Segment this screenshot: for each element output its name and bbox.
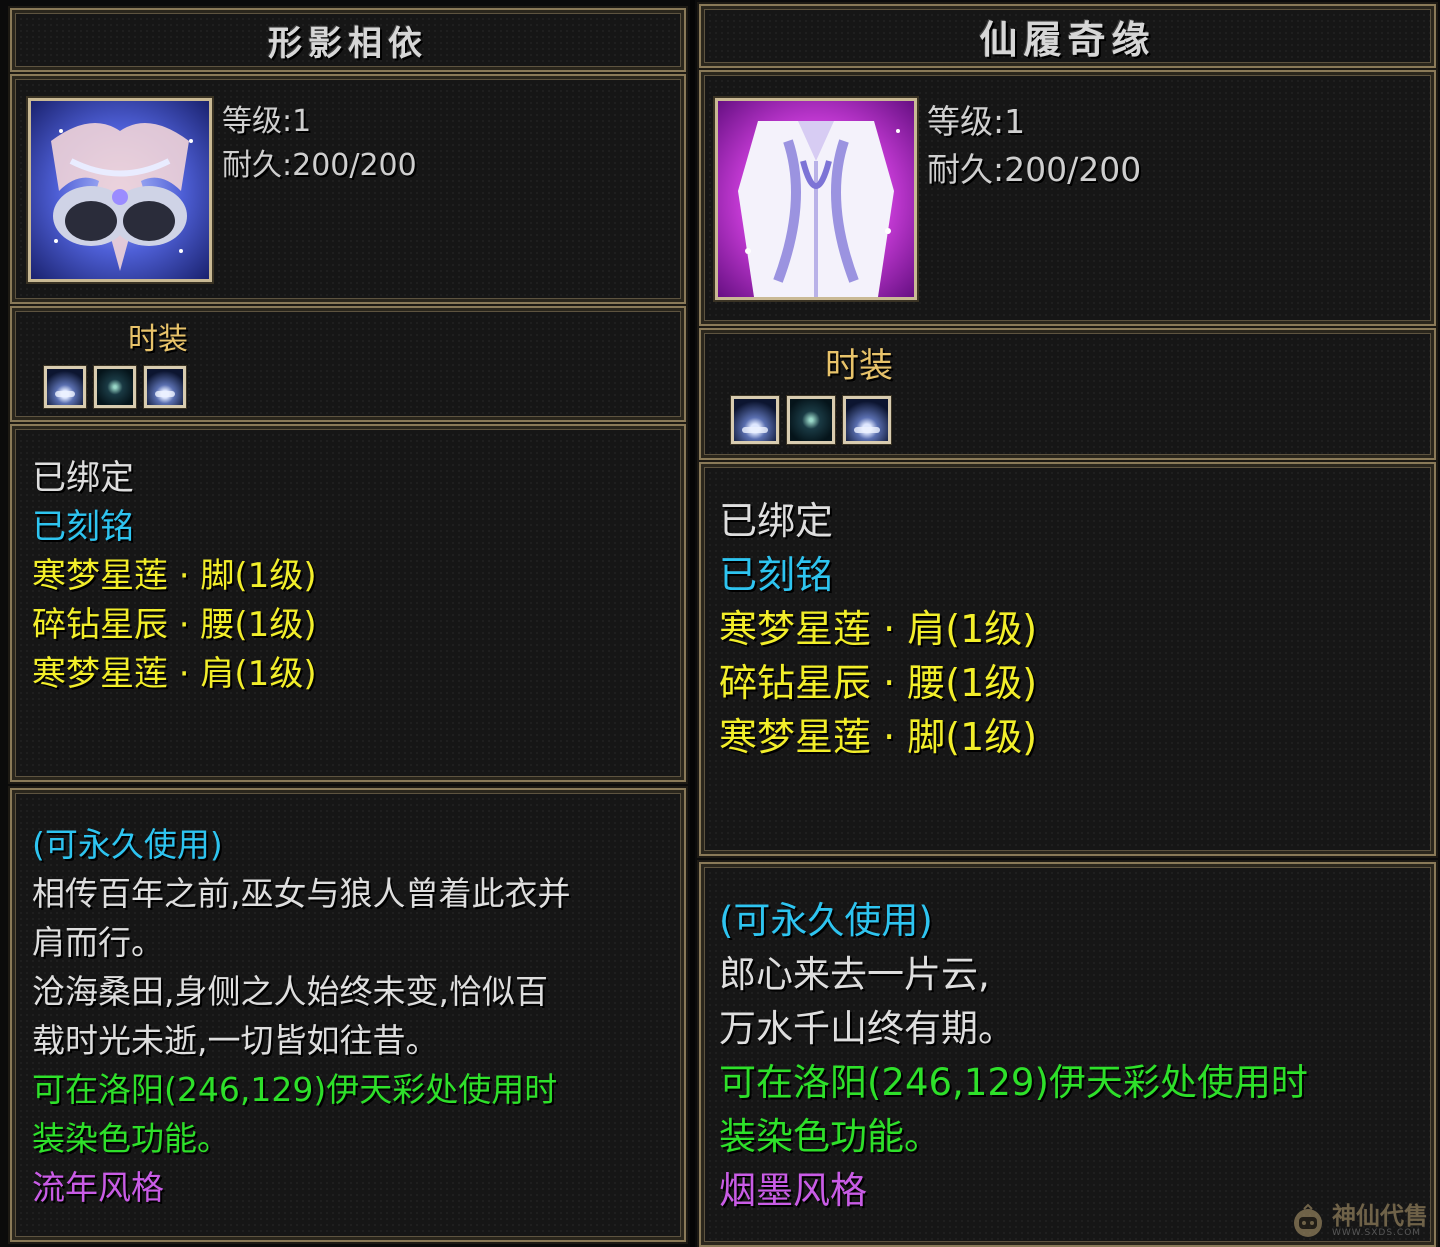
set-bonus-line: 寒梦星莲 · 脚(1级) [32, 556, 317, 596]
engraved-status: 已刻铭 [719, 553, 834, 597]
right-gem-sockets [731, 396, 891, 444]
left-item-tooltip: 形影相依 等级:1 耐久:200/200 时装 已绑定 已刻铭 寒梦星莲 · 脚… [0, 0, 690, 1247]
left-item-name: 形影相依 [268, 23, 428, 64]
bound-status: 已绑定 [719, 499, 834, 543]
watermark-url: WWW.SXDS.COM [1332, 1228, 1422, 1238]
right-durability: 耐久:200/200 [927, 149, 1142, 189]
right-item-tooltip: 仙履奇缘 等级:1 耐久:200/200 时装 已绑定 已刻铭 寒梦星莲 · 肩… [695, 0, 1440, 1247]
left-category-label: 时装 [128, 322, 188, 357]
watermark-text: 神仙代售 [1332, 1201, 1428, 1230]
left-stats: 等级:1 耐久:200/200 [222, 100, 417, 187]
set-bonus-line: 寒梦星莲 · 肩(1级) [719, 607, 1038, 651]
left-title-panel: 形影相依 [10, 8, 686, 72]
description-line: 万水千山终有期。 [719, 1007, 1015, 1050]
gem-socket-icon[interactable] [94, 366, 136, 408]
dye-info-line: 装染色功能。 [32, 1119, 230, 1158]
gem-socket-icon[interactable] [731, 396, 779, 444]
left-item-portrait[interactable] [28, 98, 212, 282]
left-info-panel: 等级:1 耐久:200/200 [10, 74, 686, 304]
description-line: 载时光未逝,一切皆如往昔。 [32, 1021, 439, 1060]
right-title-panel: 仙履奇缘 [699, 4, 1436, 68]
right-category-panel: 时装 [699, 328, 1436, 460]
description-line: 肩而行。 [32, 923, 164, 962]
armor-icon [31, 101, 209, 279]
right-attributes-panel: 已绑定 已刻铭 寒梦星莲 · 肩(1级) 碎钻星辰 · 腰(1级) 寒梦星莲 ·… [699, 462, 1436, 856]
right-item-name: 仙履奇缘 [979, 16, 1156, 62]
site-watermark: 神仙代售 WWW.SXDS.COM [1290, 1203, 1428, 1239]
right-stats: 等级:1 耐久:200/200 [927, 98, 1141, 194]
gem-socket-icon[interactable] [787, 396, 835, 444]
usage-duration: (可永久使用) [719, 899, 933, 942]
description-line: 郎心来去一片云, [719, 953, 990, 996]
robe-icon [718, 101, 914, 297]
description-line: 相传百年之前,巫女与狼人曾着此衣并 [32, 874, 571, 913]
set-bonus-line: 碎钻星辰 · 腰(1级) [32, 605, 317, 645]
right-item-portrait[interactable] [715, 98, 917, 300]
mascot-logo-icon [1294, 1203, 1322, 1237]
gem-socket-icon[interactable] [44, 366, 86, 408]
set-bonus-line: 寒梦星莲 · 肩(1级) [32, 654, 317, 694]
style-label: 流年风格 [32, 1168, 164, 1207]
bound-status: 已绑定 [32, 458, 134, 498]
right-description-panel: (可永久使用) 郎心来去一片云, 万水千山终有期。 可在洛阳(246,129)伊… [699, 862, 1436, 1247]
dye-info-line: 可在洛阳(246,129)伊天彩处使用时 [719, 1061, 1308, 1104]
set-bonus-line: 碎钻星辰 · 腰(1级) [719, 661, 1038, 705]
left-gem-sockets [44, 366, 186, 408]
usage-duration: (可永久使用) [32, 825, 223, 864]
gem-socket-icon[interactable] [843, 396, 891, 444]
left-category-panel: 时装 [10, 306, 686, 422]
description-line: 沧海桑田,身侧之人始终未变,恰似百 [32, 972, 548, 1011]
left-description-panel: (可永久使用) 相传百年之前,巫女与狼人曾着此衣并 肩而行。 沧海桑田,身侧之人… [10, 788, 686, 1242]
dye-info-line: 装染色功能。 [719, 1115, 941, 1158]
right-info-panel: 等级:1 耐久:200/200 [699, 70, 1436, 326]
dye-info-line: 可在洛阳(246,129)伊天彩处使用时 [32, 1070, 558, 1109]
right-level: 等级:1 [927, 102, 1026, 141]
left-durability: 耐久:200/200 [222, 147, 417, 183]
left-attributes-panel: 已绑定 已刻铭 寒梦星莲 · 脚(1级) 碎钻星辰 · 腰(1级) 寒梦星莲 ·… [10, 424, 686, 782]
right-category-label: 时装 [825, 346, 893, 386]
set-bonus-line: 寒梦星莲 · 脚(1级) [719, 715, 1038, 759]
gem-socket-icon[interactable] [144, 366, 186, 408]
engraved-status: 已刻铭 [32, 507, 134, 547]
left-level: 等级:1 [222, 104, 312, 139]
